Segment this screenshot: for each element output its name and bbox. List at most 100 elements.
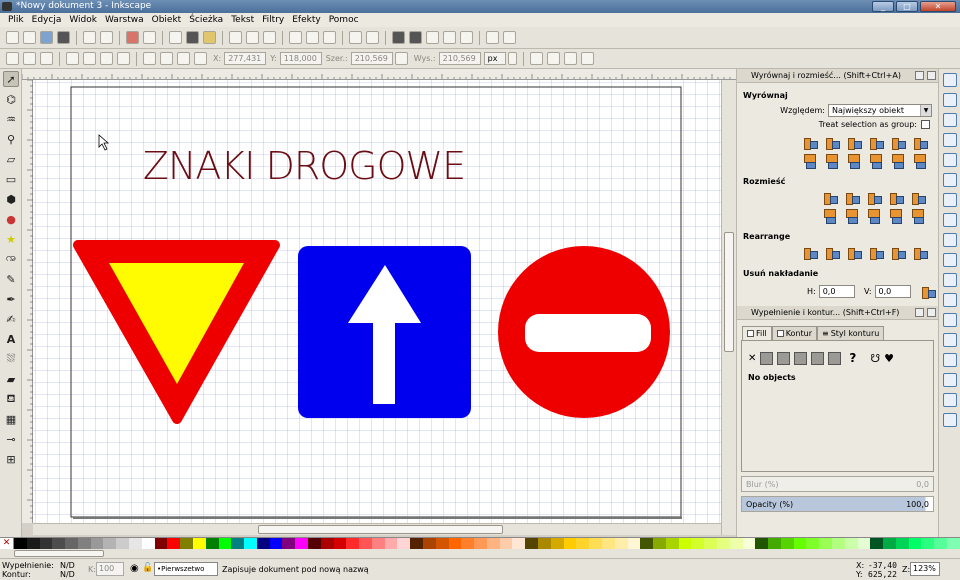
ellipse-tool-icon[interactable]: ● xyxy=(3,211,19,227)
align-baseline-text-icon[interactable] xyxy=(912,135,928,151)
snap-bbox-midpoint-icon[interactable] xyxy=(943,153,957,167)
distribute-right-edges-icon[interactable] xyxy=(866,190,882,206)
distribute-baseline-icon[interactable] xyxy=(910,190,926,206)
width-field[interactable]: 210,569 xyxy=(350,52,393,65)
distribute-gaps-vertical-icon[interactable] xyxy=(888,208,904,224)
exchange-z-order-icon[interactable] xyxy=(846,245,862,261)
unset-paint-icon[interactable]: ? xyxy=(849,351,856,365)
snap-grid-icon[interactable] xyxy=(943,393,957,407)
flip-horizontal-icon[interactable] xyxy=(100,52,113,65)
align-bottom-to-top-icon[interactable] xyxy=(802,153,818,169)
center-vertical-axis-icon[interactable] xyxy=(846,135,862,151)
graph-layout-icon[interactable] xyxy=(802,245,818,261)
paste-icon[interactable] xyxy=(203,31,216,44)
snap-path-icon[interactable] xyxy=(943,213,957,227)
drawing-title[interactable]: ZNAKI DROGOWE xyxy=(143,144,466,188)
scale-corners-icon[interactable] xyxy=(546,52,560,65)
ungroup-icon[interactable] xyxy=(366,31,379,44)
relative-to-select[interactable]: Największy obiekt ▼ xyxy=(828,104,932,117)
rectangle-tool-icon[interactable]: ▭ xyxy=(3,171,19,187)
swatch-icon[interactable] xyxy=(828,351,842,365)
deselect-icon[interactable] xyxy=(40,52,53,65)
layer-lock-icon[interactable]: 🔓 xyxy=(142,563,153,573)
menu-widok[interactable]: Widok xyxy=(65,13,101,27)
calligraphy-tool-icon[interactable]: ✍ xyxy=(3,311,19,327)
transform-gradients-icon[interactable] xyxy=(563,52,577,65)
snap-bbox-center-icon[interactable] xyxy=(943,173,957,187)
exchange-positions-icon[interactable] xyxy=(824,245,840,261)
align-distribute-icon[interactable] xyxy=(460,31,473,44)
opacity-slider[interactable]: Opacity (%) 100,0 xyxy=(741,496,934,512)
linear-gradient-icon[interactable] xyxy=(777,351,791,365)
tab-fill[interactable]: Fill xyxy=(742,326,772,340)
menu-filtry[interactable]: Filtry xyxy=(258,13,288,27)
blur-slider[interactable]: Blur (%) 0,0 xyxy=(741,476,934,492)
snap-midpoint-icon[interactable] xyxy=(943,293,957,307)
snap-bbox-corner-icon[interactable] xyxy=(943,133,957,147)
h-gap-field[interactable]: 0,0 xyxy=(818,284,856,298)
one-way-sign[interactable] xyxy=(298,246,471,418)
raise-icon[interactable] xyxy=(160,52,173,65)
flip-vertical-icon[interactable] xyxy=(117,52,130,65)
eraser-tool-icon[interactable]: ▰ xyxy=(3,371,19,387)
lower-to-bottom-icon[interactable] xyxy=(194,52,207,65)
preferences-icon[interactable] xyxy=(486,31,499,44)
zoom-field[interactable]: 123% xyxy=(910,562,940,576)
close-button[interactable]: ✕ xyxy=(920,1,956,12)
unclump-icon[interactable] xyxy=(912,245,928,261)
flat-color-icon[interactable] xyxy=(760,351,774,365)
align-left-to-right-icon[interactable] xyxy=(890,135,906,151)
menu-warstwa[interactable]: Warstwa xyxy=(101,13,148,27)
menu-efekty[interactable]: Efekty xyxy=(288,13,324,27)
group-icon[interactable] xyxy=(349,31,362,44)
tweak-tool-icon[interactable]: ♒ xyxy=(3,111,19,127)
export-icon[interactable] xyxy=(100,31,113,44)
close-icon[interactable] xyxy=(927,71,936,80)
lower-icon[interactable] xyxy=(177,52,190,65)
text-tool-icon[interactable]: A xyxy=(3,331,19,347)
document-properties-icon[interactable] xyxy=(503,31,516,44)
maximize-button[interactable]: □ xyxy=(896,1,918,12)
tab-stroke-style[interactable]: ≡ Styl konturu xyxy=(817,326,885,340)
import-icon[interactable] xyxy=(83,31,96,44)
lock-icon[interactable] xyxy=(915,71,924,80)
layers-icon[interactable] xyxy=(426,31,439,44)
snap-nodes-icon[interactable] xyxy=(943,193,957,207)
menu-tekst[interactable]: Tekst xyxy=(227,13,258,27)
align-bottom-icon[interactable] xyxy=(868,153,884,169)
snap-cusp-icon[interactable] xyxy=(943,253,957,267)
distribute-centers-horizontal-icon[interactable] xyxy=(844,190,860,206)
horizontal-scroll-thumb[interactable] xyxy=(258,525,503,534)
transform-patterns-icon[interactable] xyxy=(580,52,594,65)
distribute-bottom-edges-icon[interactable] xyxy=(866,208,882,224)
menu-pomoc[interactable]: Pomoc xyxy=(325,13,363,27)
distribute-gaps-horizontal-icon[interactable] xyxy=(888,190,904,206)
tab-stroke-paint[interactable]: Kontur xyxy=(771,326,817,340)
connector-tool-icon[interactable]: ⊞ xyxy=(3,451,19,467)
new-document-icon[interactable] xyxy=(6,31,19,44)
menu-edycja[interactable]: Edycja xyxy=(28,13,66,27)
fill-stroke-icon[interactable] xyxy=(392,31,405,44)
snap-enable-icon[interactable] xyxy=(943,73,957,87)
v-gap-field[interactable]: 0,0 xyxy=(874,284,911,298)
rotate-ccw-icon[interactable] xyxy=(66,52,79,65)
zoom-selection-icon[interactable] xyxy=(229,31,242,44)
fill-rule-evenodd-icon[interactable]: ☋ xyxy=(870,352,880,365)
duplicate-icon[interactable] xyxy=(289,31,302,44)
lock-ratio-icon[interactable] xyxy=(394,52,408,65)
center-horizontal-axis-icon[interactable] xyxy=(846,153,862,169)
snap-center-icon[interactable] xyxy=(943,313,957,327)
align-right-icon[interactable] xyxy=(868,135,884,151)
snap-guide-icon[interactable] xyxy=(943,413,957,427)
scale-stroke-icon[interactable] xyxy=(529,52,543,65)
select-all-icon[interactable] xyxy=(6,52,19,65)
palette-scroll-thumb[interactable] xyxy=(14,550,104,557)
close-icon[interactable] xyxy=(927,308,936,317)
distribute-left-edges-icon[interactable] xyxy=(822,190,838,206)
layer-visibility-icon[interactable]: ◉ xyxy=(130,563,139,574)
lock-icon[interactable] xyxy=(915,308,924,317)
zoom-drawing-icon[interactable] xyxy=(246,31,259,44)
align-right-to-left-icon[interactable] xyxy=(802,135,818,151)
snap-bbox-edge-icon[interactable] xyxy=(943,113,957,127)
node-tool-icon[interactable]: ⌬ xyxy=(3,91,19,107)
